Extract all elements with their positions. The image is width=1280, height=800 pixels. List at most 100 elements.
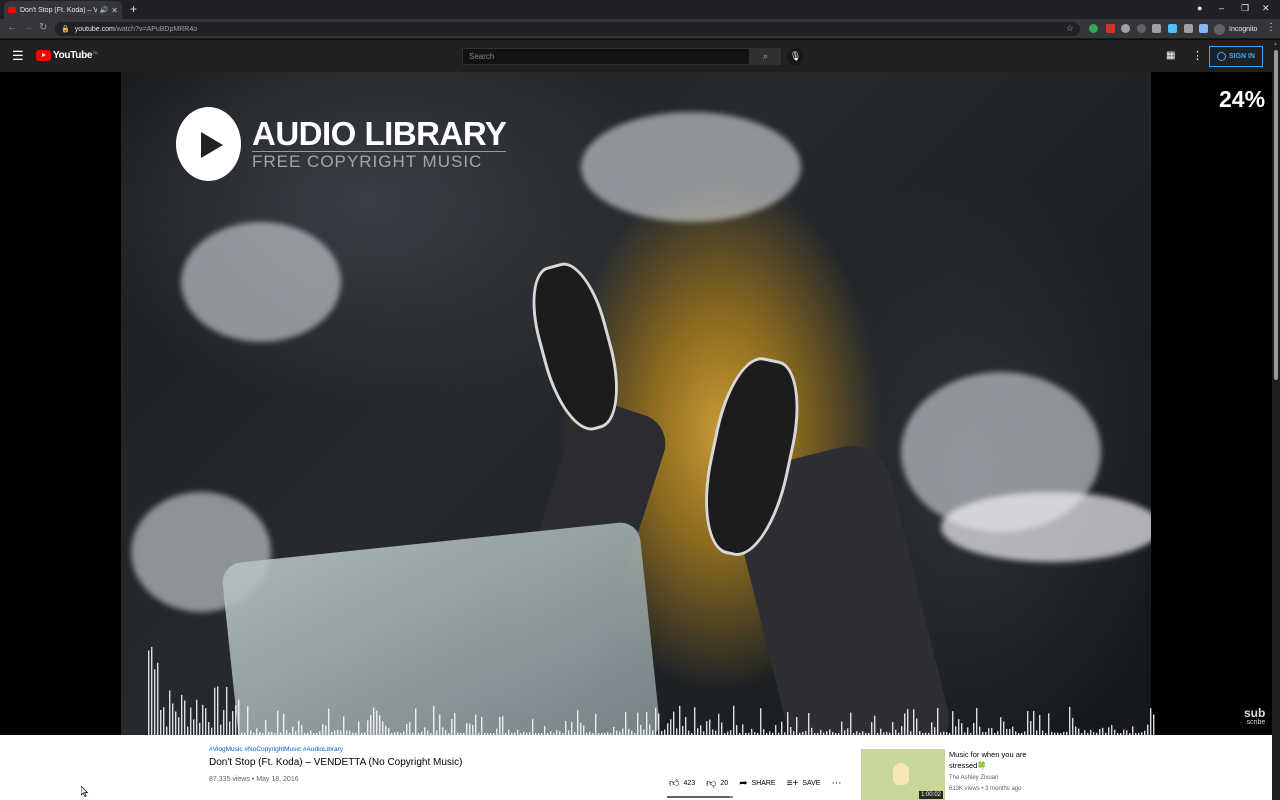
settings-menu-icon[interactable]: ⋮ (1192, 49, 1203, 62)
extension-icon[interactable] (1137, 24, 1146, 33)
recommended-thumbnail[interactable]: 1:00:02 (861, 749, 945, 800)
waveform-bar (238, 699, 240, 735)
waveform-bar (409, 721, 411, 735)
more-actions-icon[interactable]: ⋯ (831, 778, 845, 789)
sign-in-button[interactable]: SIGN IN (1209, 46, 1263, 67)
browser-menu-icon[interactable]: ⋮ (1266, 22, 1276, 33)
youtube-masthead: ☰ YouTube RL Search ⌕ 🎙 ▦ ⋮ SIGN IN (0, 40, 1272, 72)
waveform-bar (1132, 726, 1134, 735)
subscribe-watermark[interactable]: sub scribe (1244, 707, 1265, 728)
restore-button[interactable]: ❐ (1241, 3, 1249, 14)
waveform-bar (367, 720, 369, 735)
waveform-bar (670, 719, 672, 735)
bunny-illustration (893, 763, 909, 785)
extension-icon[interactable] (1152, 24, 1161, 33)
search-input[interactable]: Search (462, 48, 750, 65)
waveform-bar (790, 726, 792, 735)
recommended-channel[interactable]: The Ashley Zixuan (949, 775, 998, 781)
waveform-bar (451, 719, 453, 735)
waveform-bar (439, 714, 441, 735)
extension-icon[interactable] (1089, 24, 1098, 33)
waveform-bar (196, 699, 198, 735)
waveform-bar (721, 722, 723, 735)
waveform-bar (694, 707, 696, 735)
waveform-bar (226, 686, 228, 735)
waveform-bar (424, 727, 426, 735)
waveform-bar (544, 726, 546, 735)
apps-grid-icon[interactable]: ▦ (1166, 50, 1175, 61)
waveform-bar (742, 724, 744, 735)
browser-tab-strip: Don't Stop (Ft. Koda) – VENDE 🔊 ✕ + ● – … (0, 0, 1280, 19)
new-tab-button[interactable]: + (130, 2, 137, 16)
reading-list-icon[interactable] (1199, 24, 1208, 33)
incognito-profile[interactable]: Incognito (1214, 22, 1257, 36)
extension-icon[interactable] (1106, 24, 1115, 33)
url-text: youtube.com/watch?v=APuBDpMRR4o (74, 25, 198, 33)
waveform-bar (382, 721, 384, 735)
recommended-title[interactable]: Music for when you are stressed🍀 (949, 749, 1049, 771)
waveform-bar (373, 707, 375, 735)
waveform-bar (475, 714, 477, 735)
save-button[interactable]: ≡+ SAVE (787, 778, 821, 789)
puzzle-extensions-icon[interactable] (1184, 24, 1193, 33)
waveform-bar (973, 723, 975, 735)
dislike-button[interactable]: 👎︎ 20 (706, 777, 728, 789)
waveform-bar (733, 705, 735, 735)
waveform-bar (679, 705, 681, 735)
like-button[interactable]: 👍︎ 423 (669, 777, 695, 789)
scrollbar-thumb[interactable] (1274, 50, 1278, 380)
waveform-bar (1003, 721, 1005, 735)
waveform-bar (979, 726, 981, 735)
waveform-bar (415, 708, 417, 735)
forward-arrow-icon[interactable]: → (23, 22, 33, 34)
waveform-bar (961, 723, 963, 735)
extension-icon[interactable] (1121, 24, 1130, 33)
waveform-bar (1102, 727, 1104, 735)
waveform-bar (166, 726, 168, 735)
scroll-up-arrow-icon[interactable]: ▲ (1273, 41, 1278, 47)
share-button[interactable]: ➦ SHARE (739, 778, 776, 789)
bookmark-star-icon[interactable]: ☆ (1066, 23, 1074, 34)
waveform-bar (181, 694, 183, 735)
speaker-icon[interactable]: 🔊 (100, 6, 109, 14)
play-circle-icon (176, 107, 241, 181)
page-scrollbar[interactable]: ▲ (1272, 40, 1280, 800)
waveform-bar (193, 719, 195, 735)
video-player[interactable]: AUDIO LIBRARY FREE COPYRIGHT MUSIC 24% s… (0, 72, 1272, 735)
waveform-bar (214, 687, 216, 735)
back-arrow-icon[interactable]: ← (7, 22, 17, 34)
overlay-title: AUDIO LIBRARY (252, 114, 507, 152)
waveform-bar (892, 721, 894, 735)
search-button[interactable]: ⌕ (750, 48, 781, 65)
waveform-bar (991, 727, 993, 735)
waveform-bar (1039, 714, 1041, 735)
waveform-bar (571, 721, 573, 735)
waveform-bar (976, 708, 978, 735)
audio-waveform (148, 646, 1155, 735)
waveform-bar (640, 724, 642, 735)
address-bar[interactable]: 🔒 youtube.com/watch?v=APuBDpMRR4o ☆ (55, 22, 1080, 36)
guide-menu-icon[interactable]: ☰ (12, 49, 24, 62)
waveform-bar (385, 725, 387, 735)
video-hashtags[interactable]: #VlogMusic #NoCopyrightMusic #AudioLibra… (209, 746, 343, 753)
waveform-bar (358, 721, 360, 735)
extension-icon[interactable] (1168, 24, 1177, 33)
like-ratio-fill (667, 796, 731, 798)
waveform-bar (190, 707, 192, 735)
playlist-add-icon: ≡+ (786, 777, 799, 789)
waveform-bar (847, 728, 849, 735)
waveform-bar (916, 718, 918, 735)
minimize-button[interactable]: – (1219, 3, 1224, 13)
reload-icon[interactable]: ↻ (39, 22, 47, 34)
waveform-bar (697, 728, 699, 735)
close-window-button[interactable]: ✕ (1262, 3, 1270, 14)
waveform-bar (913, 709, 915, 735)
browser-tab[interactable]: Don't Stop (Ft. Koda) – VENDE 🔊 ✕ (4, 1, 122, 19)
extension-media-icon[interactable]: ● (1197, 3, 1202, 13)
recommended-video[interactable]: 1:00:02 Music for when you are stressed🍀… (861, 749, 1061, 800)
voice-search-mic-icon[interactable]: 🎙 (787, 48, 804, 65)
close-tab-icon[interactable]: ✕ (111, 6, 118, 15)
youtube-logo[interactable]: YouTube RL (36, 50, 98, 61)
waveform-bar (481, 716, 483, 735)
waveform-bar (1150, 708, 1152, 735)
